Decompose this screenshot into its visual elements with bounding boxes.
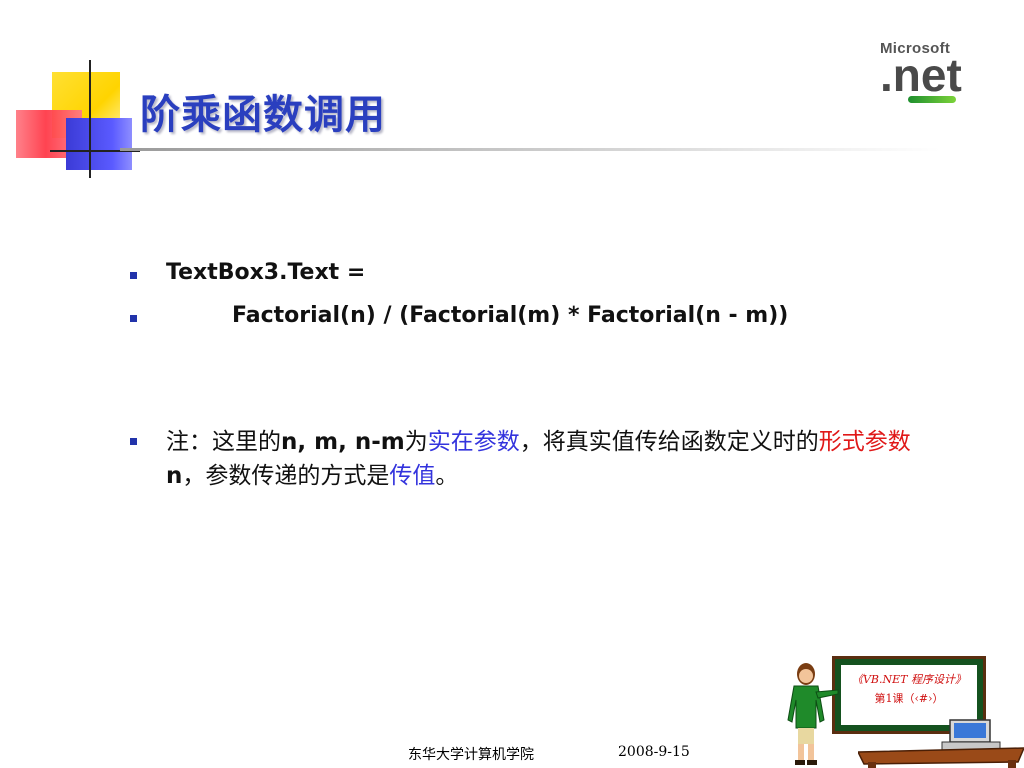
note-text-segment: 。 bbox=[435, 463, 459, 489]
title-underline bbox=[120, 148, 940, 151]
note-text-segment: 注：这里的 bbox=[166, 429, 281, 455]
decor-vertical-line bbox=[89, 60, 91, 178]
chalkboard-title: 《VB.NET 程序设计》 bbox=[851, 673, 966, 686]
highlight-formal-parameters: 形式参数 bbox=[818, 429, 911, 455]
desk-computer-icon bbox=[858, 719, 1024, 768]
chalkboard-paper: 《VB.NET 程序设计》 第1课（‹#›） bbox=[841, 665, 977, 725]
note-variable-n: n bbox=[166, 463, 183, 489]
microsoft-net-logo: Microsoft .net bbox=[880, 40, 990, 104]
note-text-segment: ，参数传递的方式是 bbox=[182, 463, 390, 489]
bullet-icon bbox=[130, 315, 137, 322]
logo-swoosh bbox=[908, 96, 956, 103]
highlight-pass-by-value: 传值 bbox=[389, 463, 436, 489]
note-text-segment: 为 bbox=[404, 429, 428, 455]
bullet-text: Factorial(n) / (Factorial(m) * Factorial… bbox=[232, 303, 789, 328]
bullet-text: TextBox3.Text = bbox=[166, 260, 366, 285]
note-variables: n, m, n-m bbox=[281, 429, 405, 455]
slide-title: 阶乘函数调用 bbox=[140, 91, 386, 138]
chalkboard-lesson: 第1课（‹#›） bbox=[874, 692, 944, 705]
bullet-icon bbox=[130, 438, 137, 445]
footer-date: 2008-9-15 bbox=[618, 744, 690, 760]
bullet-icon bbox=[130, 272, 137, 279]
teacher-clipart: 《VB.NET 程序设计》 第1课（‹#›） bbox=[780, 650, 1024, 768]
footer-school: 东华大学计算机学院 bbox=[408, 747, 534, 763]
note-text-segment: ，将真实值传给函数定义时的 bbox=[519, 429, 819, 455]
decor-blue-square bbox=[66, 118, 132, 170]
note-paragraph: 注：这里的n, m, n-m为实在参数，将真实值传给函数定义时的形式参数 n，参数… bbox=[166, 425, 926, 493]
highlight-actual-parameters: 实在参数 bbox=[427, 429, 520, 455]
teacher-figure-icon bbox=[787, 663, 839, 765]
logo-net-text: .net bbox=[880, 49, 962, 101]
